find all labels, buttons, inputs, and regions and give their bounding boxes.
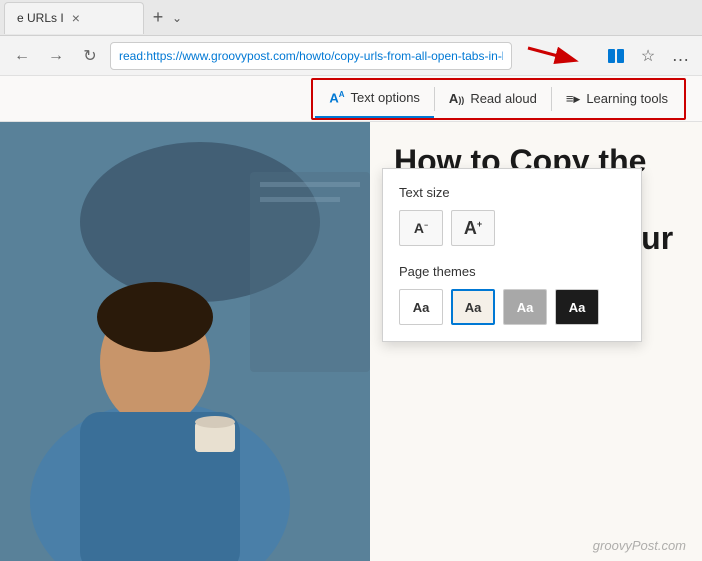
- refresh-button[interactable]: ↻: [76, 42, 104, 70]
- address-bar: ← → ↻ ☆ …: [0, 36, 702, 76]
- text-options-dropdown: Text size A− A+ Page themes Aa Aa Aa Aa: [382, 168, 642, 342]
- read-aloud-icon: A)): [449, 91, 464, 106]
- forward-button[interactable]: →: [42, 42, 70, 70]
- favorites-icon[interactable]: ☆: [634, 42, 662, 70]
- tab-close-button[interactable]: ×: [72, 10, 80, 26]
- theme-beige-label: Aa: [465, 300, 482, 315]
- article-image-svg: [0, 122, 370, 561]
- text-options-label: Text options: [351, 90, 420, 105]
- theme-white-button[interactable]: Aa: [399, 289, 443, 325]
- text-options-button[interactable]: AA Text options: [315, 80, 434, 118]
- toolbar-icons: ☆ …: [518, 38, 694, 74]
- theme-dark-label: Aa: [569, 300, 586, 315]
- theme-gray-label: Aa: [517, 300, 534, 315]
- theme-buttons: Aa Aa Aa Aa: [399, 289, 625, 325]
- reader-view-icon[interactable]: [602, 42, 630, 70]
- back-button[interactable]: ←: [8, 42, 36, 70]
- browser-chrome: e URLs I × + ⌄ ← → ↻: [0, 0, 702, 76]
- text-size-decrease-icon: A−: [414, 220, 428, 236]
- theme-gray-button[interactable]: Aa: [503, 289, 547, 325]
- page-themes-label: Page themes: [399, 264, 625, 279]
- text-size-increase-icon: A+: [464, 218, 482, 239]
- text-size-label: Text size: [399, 185, 625, 200]
- learning-tools-label: Learning tools: [586, 91, 668, 106]
- address-input[interactable]: [110, 42, 512, 70]
- text-size-buttons: A− A+: [399, 210, 625, 246]
- tab-bar: e URLs I × + ⌄: [0, 0, 702, 36]
- active-tab[interactable]: e URLs I ×: [4, 2, 144, 34]
- learning-tools-button[interactable]: ≡▶ Learning tools: [552, 80, 682, 118]
- read-aloud-button[interactable]: A)) Read aloud: [435, 80, 551, 118]
- more-tools-icon[interactable]: …: [666, 42, 694, 70]
- theme-white-label: Aa: [413, 300, 430, 315]
- read-aloud-label: Read aloud: [470, 91, 537, 106]
- red-arrow-annotation: [518, 38, 598, 74]
- reader-toolbar-inner: AA Text options A)) Read aloud ≡▶ Learni…: [311, 78, 686, 120]
- theme-dark-button[interactable]: Aa: [555, 289, 599, 325]
- text-size-decrease-button[interactable]: A−: [399, 210, 443, 246]
- theme-beige-button[interactable]: Aa: [451, 289, 495, 325]
- tab-title: e URLs I: [17, 11, 64, 25]
- text-options-icon: AA: [329, 90, 344, 105]
- text-size-increase-button[interactable]: A+: [451, 210, 495, 246]
- learning-tools-icon: ≡▶: [566, 91, 581, 106]
- article-image: [0, 122, 370, 561]
- groovy-watermark: groovyPost.com: [593, 538, 686, 553]
- reader-toolbar: AA Text options A)) Read aloud ≡▶ Learni…: [0, 76, 702, 122]
- tab-list-chevron[interactable]: ⌄: [172, 11, 182, 25]
- new-tab-button[interactable]: +: [144, 4, 172, 32]
- content-area: How to Copy the URLs From All Open Tabs …: [0, 122, 702, 561]
